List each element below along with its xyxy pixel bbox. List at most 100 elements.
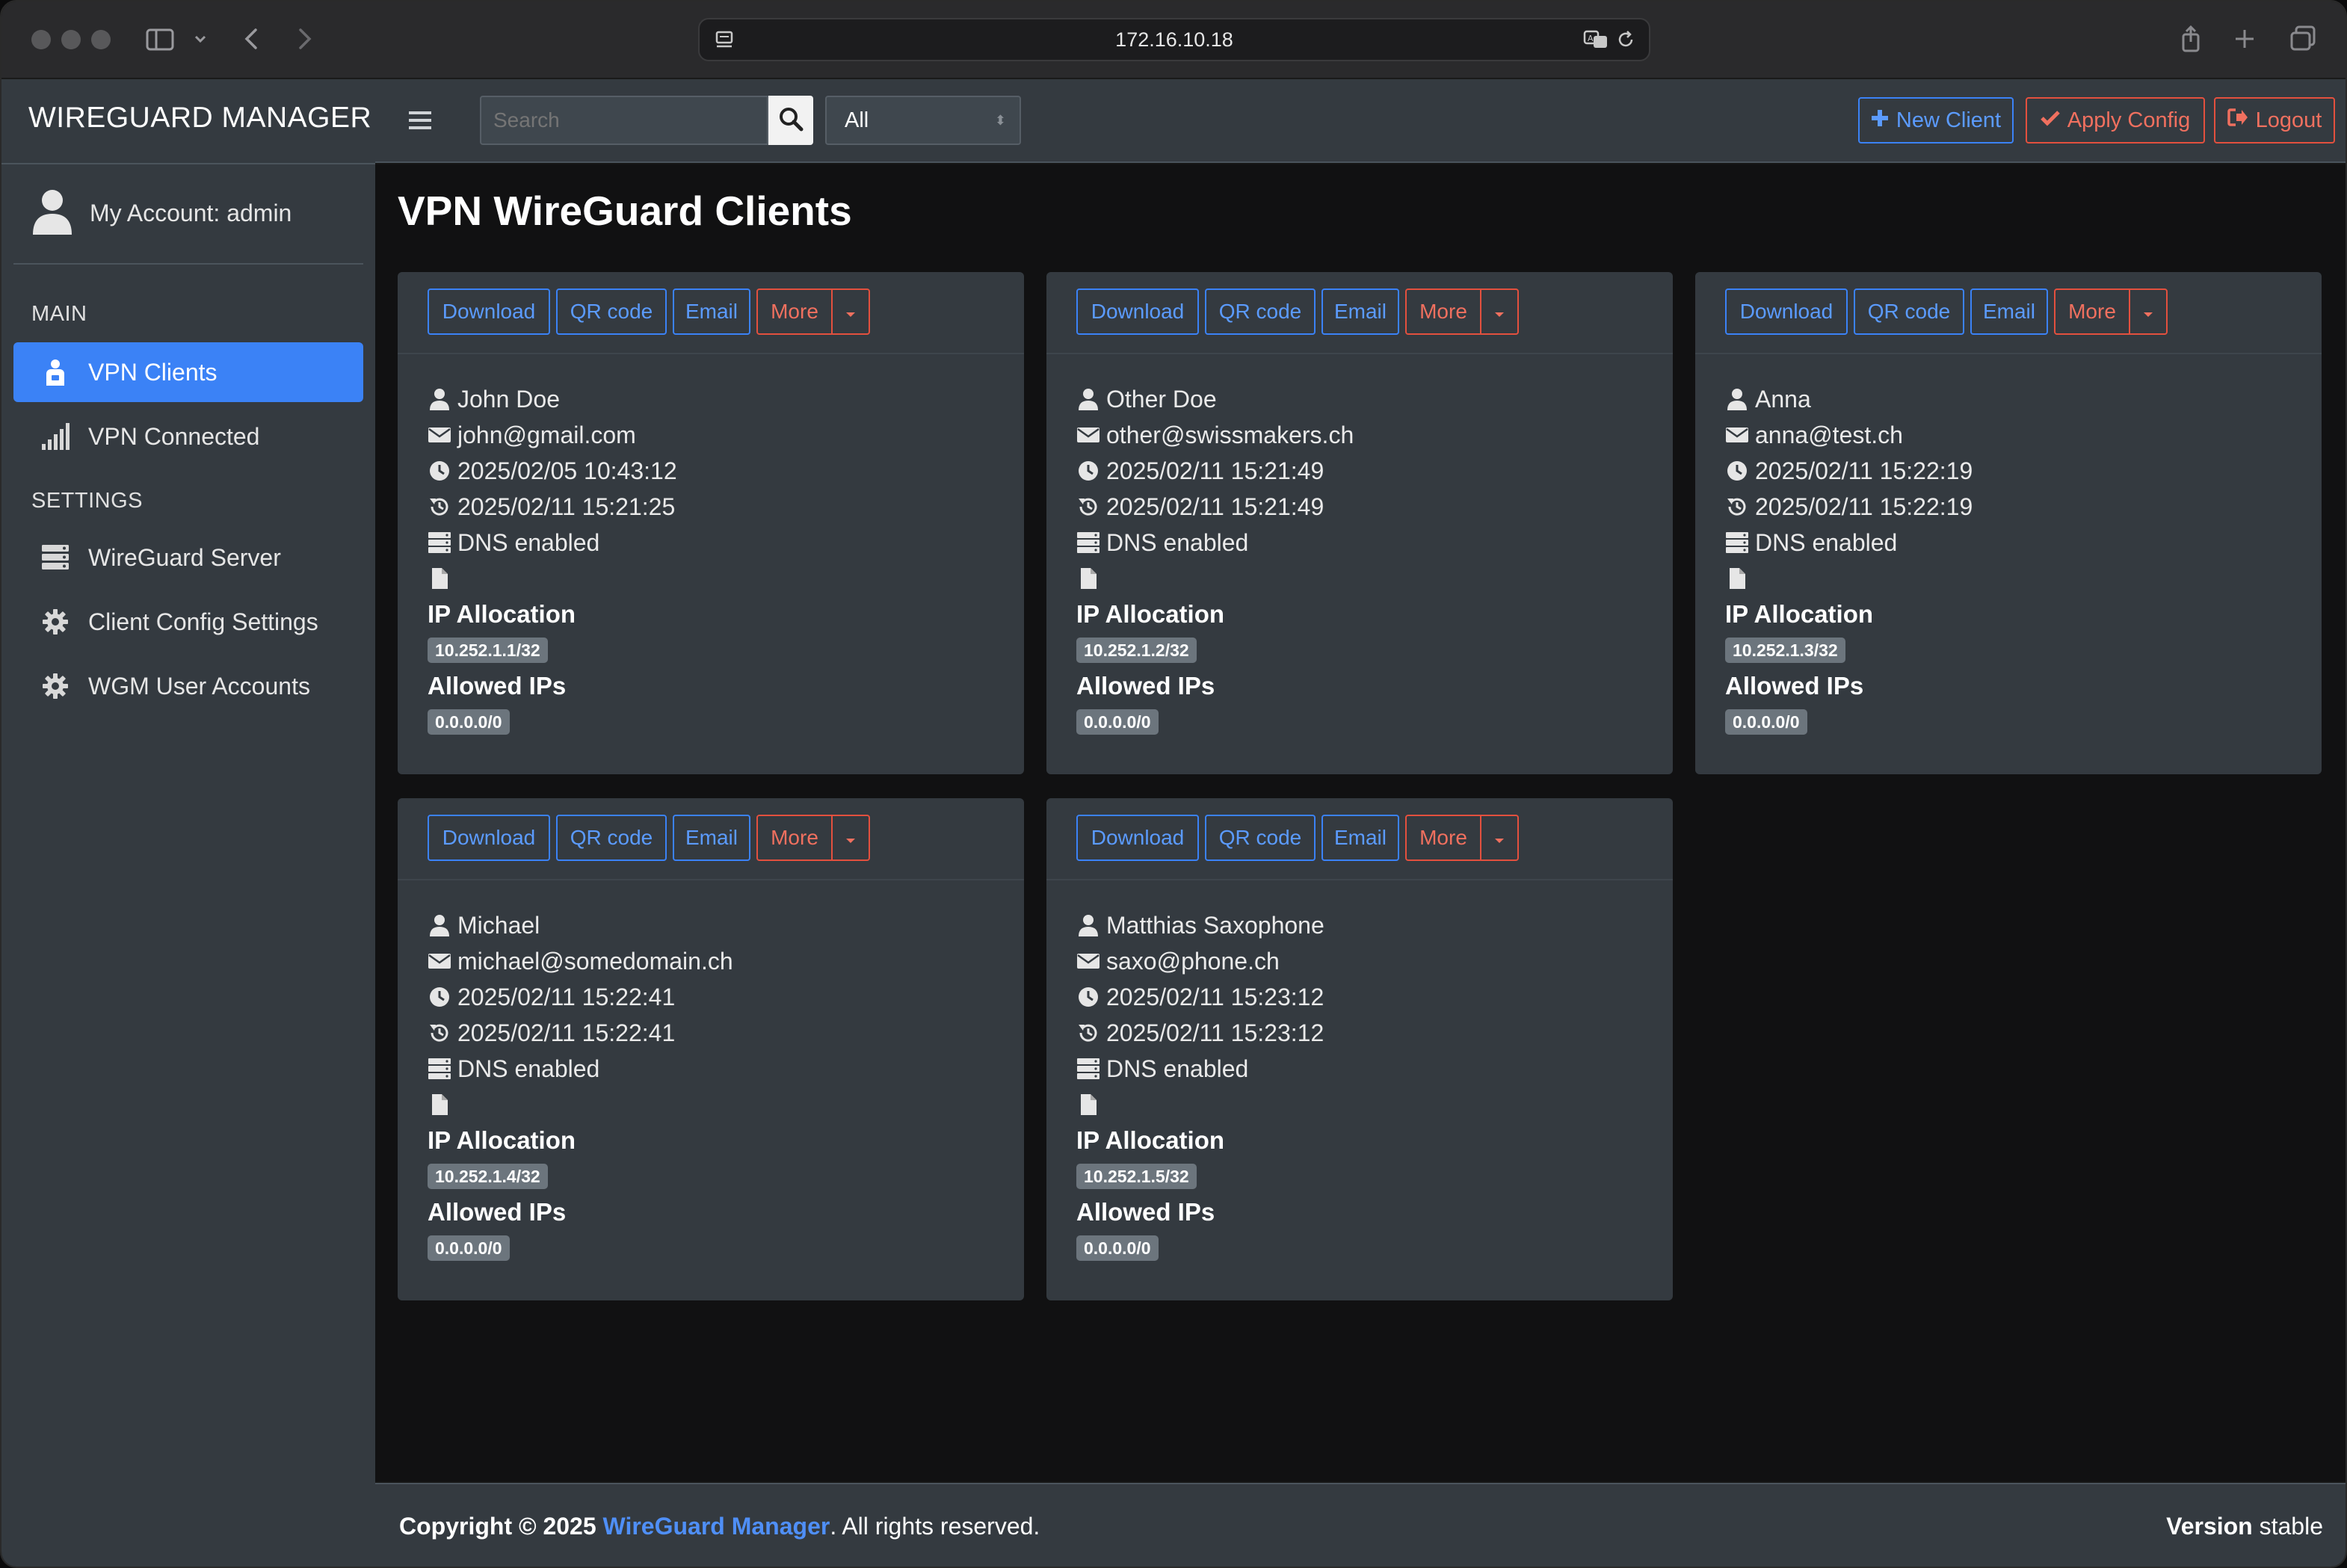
download-button[interactable]: Download: [428, 815, 550, 861]
allowed-ips-heading: Allowed IPs: [428, 668, 677, 704]
new-client-button[interactable]: New Client: [1858, 97, 2014, 143]
zoom-window-button[interactable]: [91, 30, 111, 49]
page-title: VPN WireGuard Clients: [398, 188, 852, 234]
email-button[interactable]: Email: [673, 815, 750, 861]
url-text[interactable]: 172.16.10.18: [700, 19, 1649, 60]
back-arrow-icon[interactable]: [241, 22, 266, 55]
browser-window: 172.16.10.18 A WIREGUARD MANAGER My Acco…: [0, 0, 2347, 1568]
account-link[interactable]: My Account: admin: [31, 187, 292, 239]
client-card: Download QR code Email More Matthias Sax…: [1046, 798, 1673, 1300]
client-updated: 2025/02/11 15:22:19: [1755, 493, 1973, 520]
client-created-row: 2025/02/11 15:22:19: [1725, 453, 1973, 489]
card-body: Michael michael@somedomain.ch 2025/02/11…: [428, 907, 733, 1266]
hamburger-menu-icon[interactable]: [407, 108, 434, 137]
card-body: Anna anna@test.ch 2025/02/11 15:22:19 20…: [1725, 381, 1973, 740]
email-button[interactable]: Email: [673, 288, 750, 335]
download-button[interactable]: Download: [428, 288, 550, 335]
share-icon[interactable]: [2178, 22, 2205, 55]
client-updated-row: 2025/02/11 15:22:19: [1725, 489, 1973, 525]
card-header: Download QR code Email More: [1695, 272, 2322, 354]
footer-link[interactable]: WireGuard Manager: [603, 1513, 830, 1540]
user-icon: [428, 913, 451, 937]
sidebar-item-vpn-connected[interactable]: VPN Connected: [13, 407, 363, 466]
allowed-ips-row: 0.0.0.0/0: [1076, 704, 1354, 740]
client-name: Michael: [457, 911, 540, 939]
qr-code-button[interactable]: QR code: [556, 288, 667, 335]
client-dns-row: DNS enabled: [428, 1051, 733, 1087]
filter-value: All: [845, 108, 869, 132]
reload-icon[interactable]: [1614, 28, 1637, 55]
user-icon: [1076, 387, 1100, 411]
brand-title[interactable]: WIREGUARD MANAGER: [28, 102, 371, 135]
new-tab-icon[interactable]: [2232, 22, 2259, 55]
close-window-button[interactable]: [31, 30, 51, 49]
history-icon: [1076, 1021, 1100, 1045]
client-name-row: Anna: [1725, 381, 1973, 417]
translate-icon[interactable]: A: [1583, 28, 1609, 55]
sidebar-item-client-config-settings[interactable]: Client Config Settings: [13, 592, 363, 652]
more-button[interactable]: More: [2054, 288, 2130, 335]
ip-allocation-row: 10.252.1.5/32: [1076, 1158, 1324, 1194]
ip-allocation-row: 10.252.1.2/32: [1076, 632, 1354, 668]
version-info: Version stable: [2166, 1513, 2323, 1540]
email-button[interactable]: Email: [1970, 288, 2048, 335]
minimize-window-button[interactable]: [61, 30, 81, 49]
more-button[interactable]: More: [1405, 815, 1481, 861]
download-button[interactable]: Download: [1076, 288, 1199, 335]
address-bar[interactable]: 172.16.10.18 A: [698, 18, 1650, 61]
more-dropdown-toggle[interactable]: [1480, 288, 1519, 335]
qr-code-label: QR code: [1867, 300, 1951, 323]
logout-label: Logout: [2255, 108, 2322, 132]
more-dropdown-toggle[interactable]: [2129, 288, 2168, 335]
ip-allocation-badge: 10.252.1.1/32: [428, 638, 548, 663]
sidebar-item-wgm-user-accounts[interactable]: WGM User Accounts: [13, 656, 363, 716]
more-button[interactable]: More: [1405, 288, 1481, 335]
qr-code-button[interactable]: QR code: [556, 815, 667, 861]
more-dropdown-toggle[interactable]: [1480, 815, 1519, 861]
sidebar-item-wireguard-server[interactable]: WireGuard Server: [13, 528, 363, 587]
more-dropdown-toggle[interactable]: [831, 288, 870, 335]
qr-code-button[interactable]: QR code: [1205, 288, 1316, 335]
ip-allocation-badge: 10.252.1.3/32: [1725, 638, 1845, 663]
divider: [13, 263, 363, 265]
file-icon: [428, 1093, 451, 1117]
allowed-ips-row: 0.0.0.0/0: [1725, 704, 1973, 740]
account-label: My Account: admin: [90, 199, 292, 226]
envelope-icon: [1725, 423, 1749, 447]
email-button[interactable]: Email: [1321, 288, 1399, 335]
forward-arrow-icon[interactable]: [293, 22, 318, 55]
more-label: More: [1419, 300, 1467, 323]
envelope-icon: [1076, 949, 1100, 973]
more-dropdown-toggle[interactable]: [831, 815, 870, 861]
more-label: More: [771, 826, 818, 849]
clock-icon: [1725, 459, 1749, 483]
allowed-ips-badge: 0.0.0.0/0: [428, 709, 510, 735]
more-button[interactable]: More: [756, 288, 833, 335]
email-button[interactable]: Email: [1321, 815, 1399, 861]
user-icon: [1076, 913, 1100, 937]
chevron-down-icon[interactable]: [193, 22, 209, 55]
qr-code-label: QR code: [570, 300, 653, 323]
more-label: More: [2068, 300, 2116, 323]
sign-out-icon: [2227, 108, 2248, 133]
apply-config-label: Apply Config: [2067, 108, 2191, 132]
client-card: Download QR code Email More John Doe joh…: [398, 272, 1024, 774]
tab-overview-icon[interactable]: [2289, 22, 2319, 55]
qr-code-button[interactable]: QR code: [1205, 815, 1316, 861]
logout-button[interactable]: Logout: [2214, 97, 2335, 143]
qr-code-button[interactable]: QR code: [1854, 288, 1964, 335]
apply-config-button[interactable]: Apply Config: [2026, 97, 2205, 143]
download-button[interactable]: Download: [1076, 815, 1199, 861]
version-label: Version: [2166, 1513, 2253, 1540]
search-input[interactable]: [480, 96, 768, 145]
clients-icon: [40, 357, 70, 387]
more-button[interactable]: More: [756, 815, 833, 861]
allowed-ips-row: 0.0.0.0/0: [428, 704, 677, 740]
search-button[interactable]: [768, 96, 813, 145]
allowed-ips-heading: Allowed IPs: [1076, 1194, 1324, 1230]
status-filter-select[interactable]: All ⬍: [825, 96, 1021, 145]
client-name-row: Matthias Saxophone: [1076, 907, 1324, 943]
download-button[interactable]: Download: [1725, 288, 1848, 335]
sidebar-toggle-icon[interactable]: [145, 22, 178, 55]
sidebar-item-vpn-clients[interactable]: VPN Clients: [13, 342, 363, 402]
